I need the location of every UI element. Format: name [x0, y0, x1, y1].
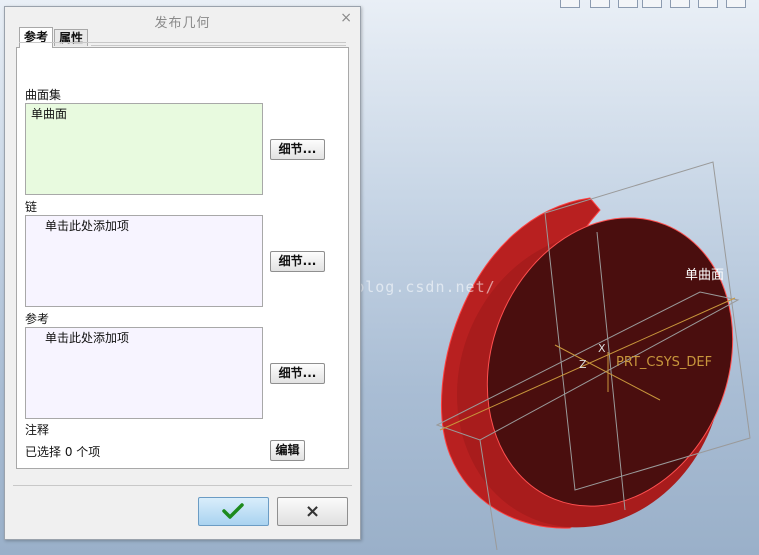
button-divider — [13, 485, 352, 486]
tab-panel: 参考 属性 曲面集 单曲面 细节... 链 单击此处添加项 细节... 参考 单… — [16, 27, 349, 469]
tab-baseline — [19, 42, 346, 43]
surface-label: 单曲面 — [685, 268, 725, 283]
reference-detail-button[interactable]: 细节... — [270, 363, 325, 384]
csys-label: PRT_CSYS_DEF — [616, 355, 713, 370]
chain-placeholder: 单击此处添加项 — [45, 219, 130, 233]
publish-geometry-dialog: 发布几何 × 参考 属性 曲面集 单曲面 细节... 链 单击此处添加项 细节.… — [4, 6, 361, 540]
surface-set-item[interactable]: 单曲面 — [31, 105, 67, 122]
surface-set-list[interactable]: 单曲面 — [25, 103, 263, 195]
reference-placeholder: 单击此处添加项 — [45, 331, 130, 345]
chain-list[interactable]: 单击此处添加项 — [25, 215, 263, 307]
selected-count: 已选择 0 个项 — [25, 445, 101, 459]
chain-label: 链 — [25, 200, 38, 214]
checkmark-icon — [222, 503, 244, 519]
tab-properties[interactable]: 属性 — [54, 29, 89, 46]
close-icon[interactable]: × — [340, 10, 352, 26]
surface-set-label: 曲面集 — [25, 88, 62, 102]
note-label: 注释 — [25, 423, 50, 437]
cancel-button[interactable]: × — [277, 497, 348, 526]
edit-button[interactable]: 编辑 — [270, 440, 305, 461]
surface-set-detail-button[interactable]: 细节... — [270, 139, 325, 160]
ok-button[interactable] — [198, 497, 269, 526]
chain-detail-button[interactable]: 细节... — [270, 251, 325, 272]
axis-x-label: X — [598, 342, 606, 355]
reference-list[interactable]: 单击此处添加项 — [25, 327, 263, 419]
tab-references[interactable]: 参考 — [19, 27, 54, 48]
axis-z-label: Z — [579, 358, 587, 371]
reference-label: 参考 — [25, 312, 50, 326]
